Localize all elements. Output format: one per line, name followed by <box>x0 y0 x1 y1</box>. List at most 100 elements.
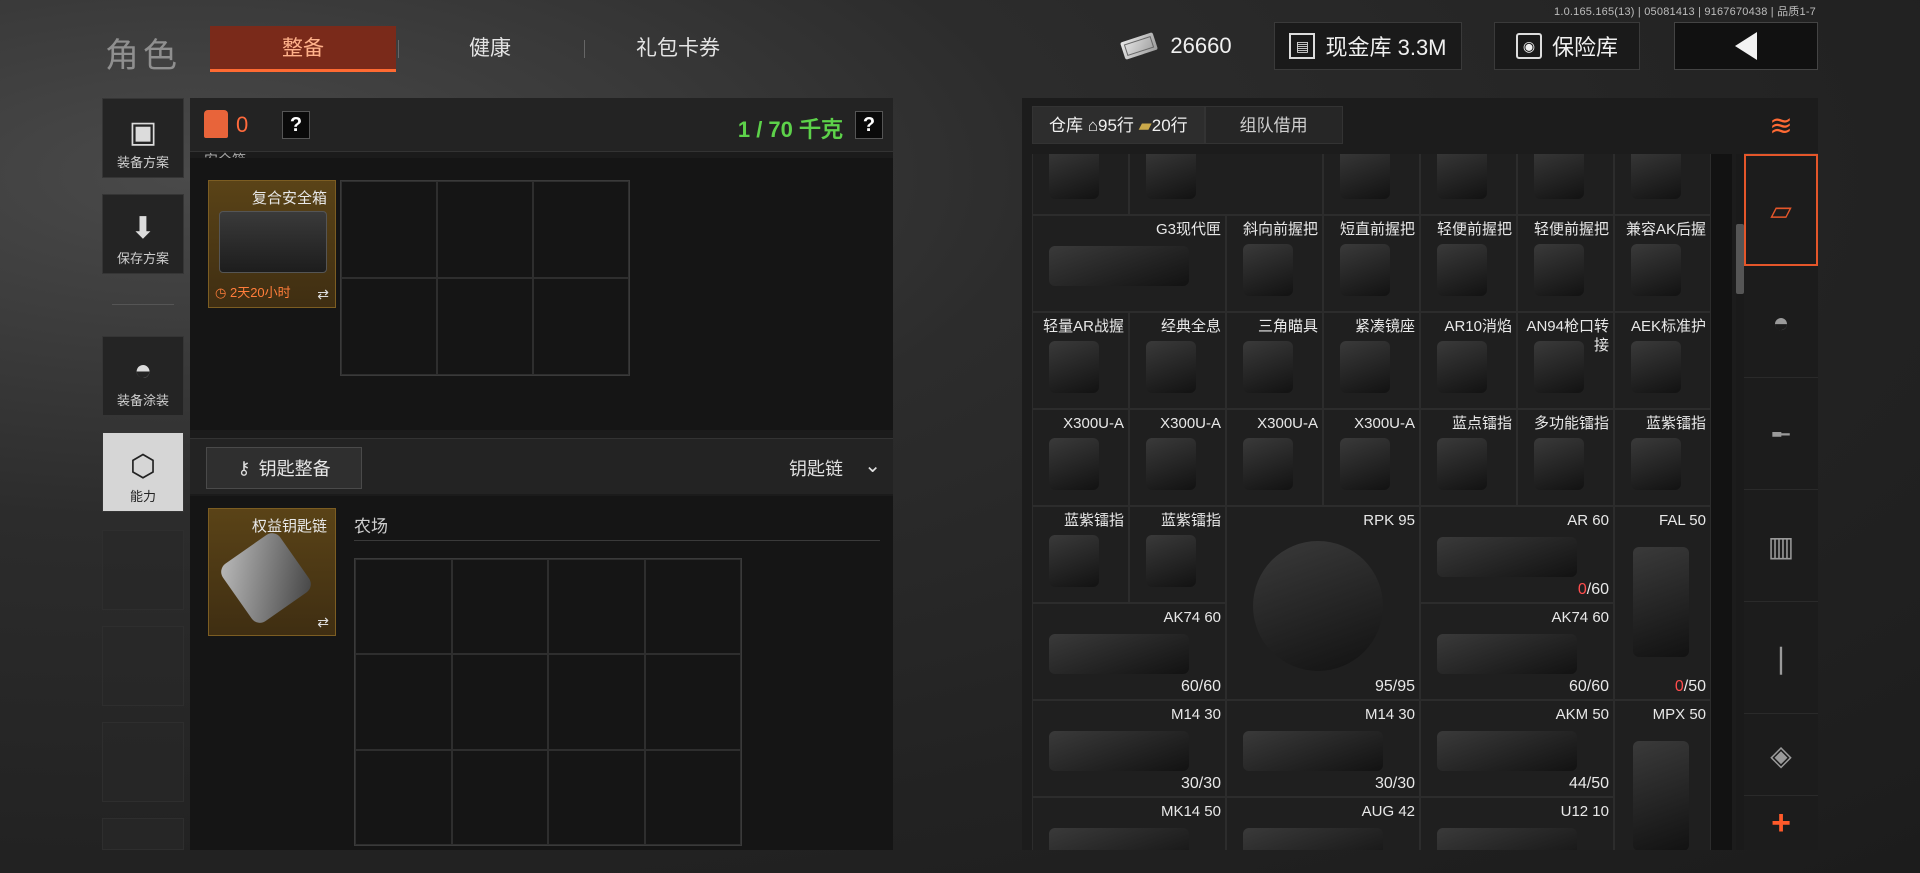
inventory-item[interactable]: FAL 50 0/50 <box>1614 506 1711 700</box>
grid-slot[interactable] <box>451 749 548 845</box>
inventory-item[interactable]: 斜向前握把 <box>1226 215 1323 312</box>
item-image <box>1340 438 1390 490</box>
inventory-item[interactable]: X300U-A <box>1226 409 1323 506</box>
inventory-item[interactable]: 蓝点镭指 <box>1420 409 1517 506</box>
inventory-item[interactable] <box>1517 154 1614 215</box>
item-name: M14 30 <box>1364 706 1415 723</box>
inventory-item[interactable]: G3现代匣 <box>1032 215 1226 312</box>
sidebar-item-loadout[interactable]: ▣ 装备方案 <box>102 98 184 178</box>
item-image <box>1437 438 1487 490</box>
inventory-item[interactable]: 短直前握把 <box>1323 215 1420 312</box>
inventory-item[interactable] <box>1129 154 1323 215</box>
grid-slot[interactable] <box>355 654 452 750</box>
plus-icon[interactable]: + <box>1744 796 1818 850</box>
inventory-item[interactable]: AK74 60 60/60 <box>1420 603 1614 700</box>
cash-vault-button[interactable]: ▤ 现金库 3.3M <box>1274 22 1462 70</box>
magazine-icon[interactable]: ▥ <box>1744 492 1818 602</box>
item-image <box>1049 246 1189 286</box>
tab-warehouse[interactable]: 仓库 ⌂95行 ▰20行 <box>1032 106 1205 144</box>
inventory-item[interactable]: AEK标准护 <box>1614 312 1711 409</box>
inventory-item[interactable]: 三角瞄具 <box>1226 312 1323 409</box>
inventory-item[interactable] <box>1323 154 1420 215</box>
backpack-icon[interactable]: ◓ <box>1744 268 1818 378</box>
inventory-item[interactable]: AR10消焰 <box>1420 312 1517 409</box>
inventory-grid: G3现代匣 斜向前握把 短直前握把 轻便前握把 轻便前握把 兼容AK后握轻量AR战握 经典全… <box>1032 154 1711 850</box>
inventory-item[interactable]: 轻便前握把 <box>1517 215 1614 312</box>
keychain-dropdown[interactable]: 钥匙链 <box>789 455 843 481</box>
grid-slot[interactable] <box>548 559 645 655</box>
tab-equip[interactable]: 整备 <box>210 26 396 72</box>
rifle-icon[interactable]: ╾ <box>1744 380 1818 490</box>
grid-slot[interactable] <box>341 181 437 278</box>
warehouse-rows: 95行 <box>1098 116 1134 135</box>
inventory-item[interactable]: 兼容AK后握 <box>1614 215 1711 312</box>
inventory-item[interactable] <box>1420 154 1517 215</box>
inventory-item[interactable]: AR 60 0/60 <box>1420 506 1614 603</box>
sidebar-item-ability[interactable]: ⬡ 能力 <box>102 432 184 512</box>
inventory-item[interactable]: 轻量AR战握 <box>1032 312 1129 409</box>
inventory-item[interactable]: 轻便前握把 <box>1420 215 1517 312</box>
inventory-item[interactable]: AKM 50 44/50 <box>1420 700 1614 797</box>
inventory-item[interactable]: AUG 4242/42 <box>1226 797 1420 850</box>
inventory-item[interactable]: 蓝紫镭指 <box>1614 409 1711 506</box>
scope-icon[interactable]: ◈ <box>1744 716 1818 796</box>
key-setup-button[interactable]: ⚷ 钥匙整备 <box>206 447 362 489</box>
inventory-item[interactable]: MPX 5044/50 <box>1614 700 1711 850</box>
back-button[interactable] <box>1674 22 1818 70</box>
inventory-item[interactable]: X300U-A <box>1129 409 1226 506</box>
inventory-item[interactable]: AN94枪口转接 <box>1517 312 1614 409</box>
inventory-item[interactable]: X300U-A <box>1323 409 1420 506</box>
inventory-item[interactable]: 多功能镭指 <box>1517 409 1614 506</box>
swap-icon[interactable]: ⇄ <box>317 286 329 303</box>
grid-slot[interactable] <box>341 278 437 375</box>
item-name: 蓝紫镭指 <box>1063 512 1124 529</box>
grid-slot[interactable] <box>355 559 452 655</box>
grid-slot[interactable] <box>644 654 741 750</box>
sidebar-item-skins[interactable]: ◓ 装备涂装 <box>102 336 184 416</box>
inventory-item[interactable]: 蓝紫镭指 <box>1129 506 1226 603</box>
grid-slot[interactable] <box>548 654 645 750</box>
grid-slot[interactable] <box>644 559 741 655</box>
swap-icon[interactable]: ⇄ <box>317 614 329 631</box>
inventory-item[interactable]: RPK 95 95/95 <box>1226 506 1420 700</box>
grid-slot[interactable] <box>548 749 645 845</box>
inventory-item[interactable]: M14 30 30/30 <box>1032 700 1226 797</box>
inventory-scrollbar[interactable] <box>1736 154 1744 850</box>
inventory-item[interactable]: X300U-A <box>1032 409 1129 506</box>
keychain-slot[interactable]: 权益钥匙链 ⇄ <box>208 508 336 636</box>
grid-slot[interactable] <box>437 181 533 278</box>
tab-gift-coupons[interactable]: 礼包卡券 <box>590 26 766 72</box>
inventory-item[interactable]: MK14 5029/50 <box>1032 797 1226 850</box>
ammo-icon[interactable]: ❘ <box>1744 604 1818 714</box>
house-icon: ⌂ <box>1087 116 1099 135</box>
item-image <box>1437 731 1577 771</box>
inventory-item[interactable]: 经典全息 <box>1129 312 1226 409</box>
inventory-item[interactable] <box>1614 154 1711 215</box>
chevron-down-icon[interactable]: ⌄ <box>864 453 881 478</box>
keychain-name: 权益钥匙链 <box>251 518 327 535</box>
grid-slot[interactable] <box>451 559 548 655</box>
grid-slot[interactable] <box>437 278 533 375</box>
inventory-item[interactable]: 蓝紫镭指 <box>1032 506 1129 603</box>
grid-slot[interactable] <box>533 278 629 375</box>
help-button[interactable]: ? <box>282 111 310 139</box>
stack-refresh-icon[interactable]: ≋ <box>1744 98 1818 154</box>
inventory-item[interactable]: U12 1010/10 <box>1420 797 1614 850</box>
safe-vault-button[interactable]: ◉ 保险库 <box>1494 22 1640 70</box>
inventory-item[interactable]: M14 30 30/30 <box>1226 700 1420 797</box>
tab-health[interactable]: 健康 <box>400 26 580 72</box>
weight-help-button[interactable]: ? <box>855 111 883 139</box>
all-items-icon[interactable]: ▱ <box>1744 154 1818 266</box>
inventory-item[interactable]: AK74 60 60/60 <box>1032 603 1226 700</box>
secure-case-slot[interactable]: 复合安全箱 ◷ 2天20小时 ⇄ <box>208 180 336 308</box>
grid-slot[interactable] <box>451 654 548 750</box>
item-image <box>1631 438 1681 490</box>
grid-slot[interactable] <box>355 749 452 845</box>
sidebar-item-save-loadout[interactable]: ⬇ 保存方案 <box>102 194 184 274</box>
grid-slot[interactable] <box>644 749 741 845</box>
inventory-item[interactable]: 紧凑镜座 <box>1323 312 1420 409</box>
inventory-item[interactable] <box>1032 154 1129 215</box>
grid-slot[interactable] <box>533 181 629 278</box>
tab-team-borrow[interactable]: 组队借用 <box>1204 106 1343 144</box>
scroll-thumb[interactable] <box>1736 224 1744 294</box>
